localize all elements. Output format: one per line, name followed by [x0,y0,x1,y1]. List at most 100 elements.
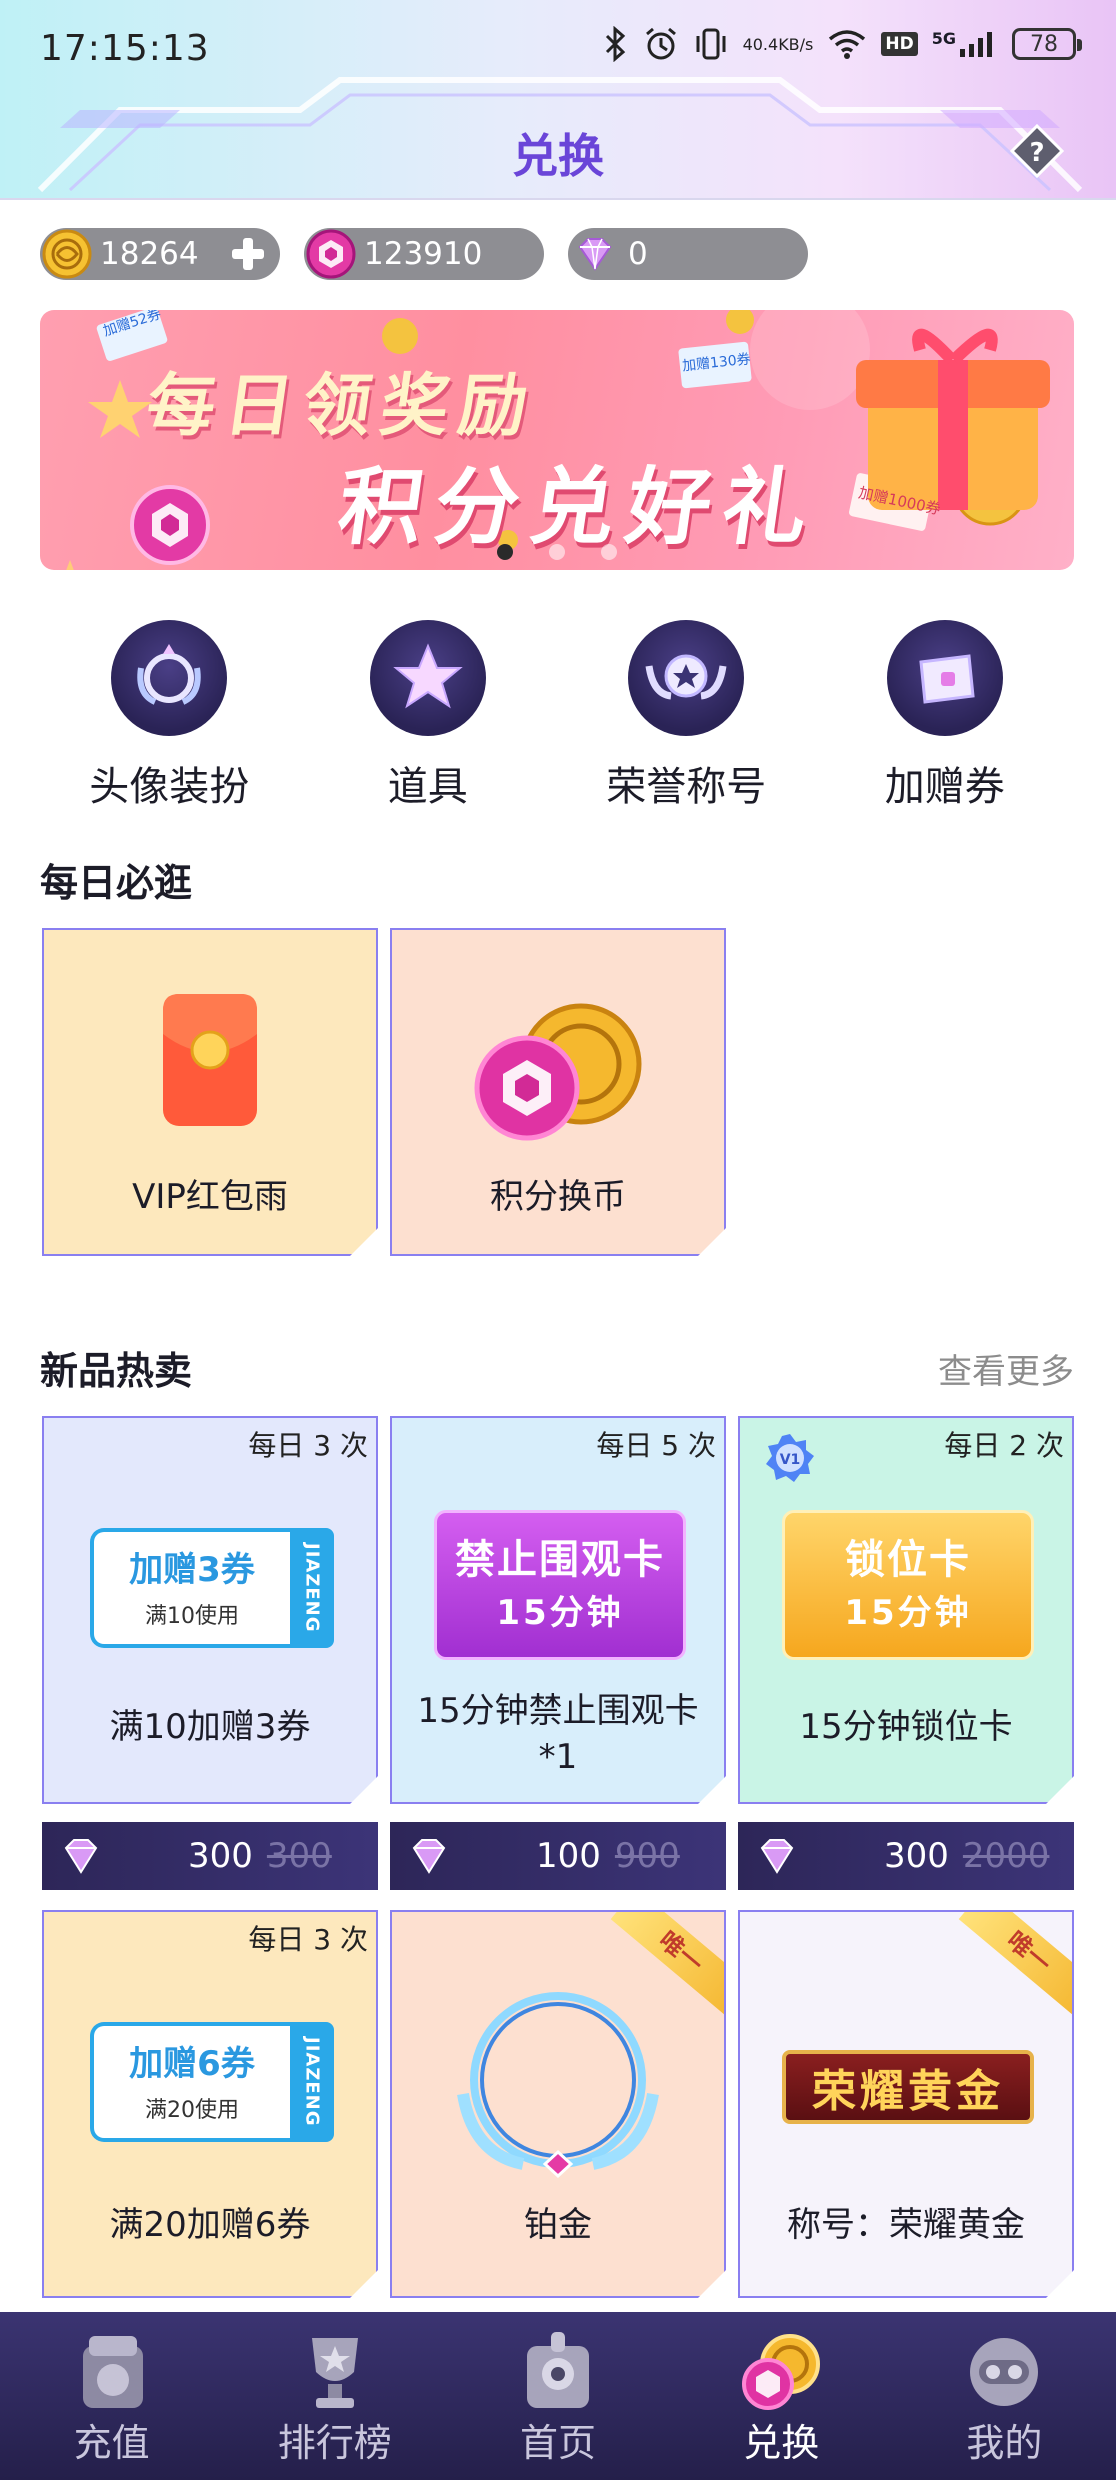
nav-label: 排行榜 [277,2421,392,2465]
balance-row: 18264 123910 0 [40,228,808,280]
category-avatar-frame[interactable]: 头像装扮 [59,620,279,812]
product-card[interactable]: 每日 3 次 加赠6券 满20使用 JIAZENG 满20加赠6券 [42,1910,378,2298]
product-card[interactable]: 每日 3 次 加赠3券 满10使用 JIAZENG 满10加赠3券 [42,1416,378,1804]
daily-item-name: VIP红包雨 [132,1177,288,1217]
banner-dot[interactable] [601,544,617,560]
coupon-condition: 满10使用 [145,1604,239,1629]
lock-seat-card-art: 锁位卡 15分钟 [782,1510,1034,1660]
home-icon [510,2326,606,2418]
diamond-balance[interactable]: 0 [568,228,808,280]
bluetooth-icon [603,26,629,62]
coins-icon [463,998,653,1148]
gold-coin-icon [42,229,92,279]
category-label: 道具 [387,764,468,810]
daily-limit: 每日 3 次 [248,1429,368,1462]
unique-ribbon: 唯一 [959,1910,1074,2016]
coupon-art: 加赠3券 满10使用 JIAZENG [90,1528,334,1648]
status-bar: 17:15:13 40.4 KB/s HD 5G 78 [0,0,1116,100]
product-card[interactable]: 每日 5 次 禁止围观卡 15分钟 15分钟禁止围观卡*1 [390,1416,726,1804]
no-watch-card-art: 禁止围观卡 15分钟 [434,1510,686,1660]
category-bonus-ticket[interactable]: 加赠券 [835,620,1055,812]
product-name: 满10加赠3券 [109,1707,311,1747]
price-bar[interactable]: 100 900 [390,1822,726,1890]
page-title: 兑换 [512,129,604,183]
nav-home[interactable]: 首页 [446,2312,669,2480]
daily-item-name: 积分换币 [490,1177,626,1217]
card-art-title: 锁位卡 [845,1537,971,1583]
category-props[interactable]: 道具 [318,620,538,812]
vibrate-icon [693,26,729,62]
nav-profile[interactable]: 我的 [893,2312,1116,2480]
banner-headline: 每日领奖励 [141,367,543,446]
add-coin-icon[interactable] [230,236,266,272]
status-icons: 40.4 KB/s HD 5G 78 [603,26,1082,62]
original-price: 2000 [962,1836,1050,1876]
coupon-condition: 满20使用 [145,2098,239,2123]
nav-leaderboard[interactable]: 排行榜 [223,2312,446,2480]
red-envelope-icon [135,990,285,1130]
card-art-duration: 15分钟 [496,1593,624,1633]
hd-badge: HD [881,32,918,56]
vip-badge-icon: V1 [764,1432,816,1484]
status-time: 17:15:13 [40,28,210,69]
product-name: 满20加赠6券 [109,2205,311,2245]
nav-recharge[interactable]: 充值 [0,2312,223,2480]
daily-card-vip-red-envelope[interactable]: VIP红包雨 [42,928,378,1256]
gold-coin-balance[interactable]: 18264 [40,228,280,280]
points-balance[interactable]: 123910 [304,228,544,280]
diamond-value: 0 [628,236,648,272]
product-name: 铂金 [524,2205,592,2245]
category-label: 荣誉称号 [606,764,767,810]
signal-icon: 5G [932,29,998,59]
daily-limit: 每日 5 次 [596,1429,716,1462]
coupon-stub: JIAZENG [290,2022,334,2142]
current-price: 300 [188,1836,253,1876]
help-icon[interactable]: ? [1010,124,1064,178]
coupon-stub: JIAZENG [290,1528,334,1648]
avatar-frame-icon [111,620,228,736]
net-speed-unit: KB/s [778,34,814,54]
new-hot-section-title: 新品热卖 [40,1349,193,1393]
coupon-amount: 加赠6券 [129,2044,255,2084]
product-name: 15分钟禁止围观卡*1 [417,1691,699,1777]
exchange-coin-icon [733,2326,829,2418]
gold-coin-value: 18264 [100,236,199,272]
trophy-icon [287,2326,383,2418]
coupon-amount: 加赠3券 [129,1550,255,1590]
star-icon [369,620,486,736]
wifi-icon [827,28,867,60]
product-card[interactable]: 唯一 铂金 [390,1910,726,2298]
category-label: 头像装扮 [89,764,250,810]
daily-card-points-to-coins[interactable]: 积分换币 [390,928,726,1256]
banner-dot[interactable] [497,544,513,560]
category-label: 加赠券 [884,764,1005,810]
coupon-art: 加赠6券 满20使用 JIAZENG [90,2022,334,2142]
battery-indicator: 78 [1012,28,1082,60]
price-bar[interactable]: 300 300 [42,1822,378,1890]
nav-label: 我的 [966,2421,1043,2465]
alarm-icon [643,26,679,62]
svg-text:?: ? [1029,138,1044,168]
product-name: 称号：荣耀黄金 [787,2205,1025,2245]
banner-subheadline: 积分兑好礼 [332,458,826,556]
price-bar[interactable]: 300 2000 [738,1822,1074,1890]
network-type: 5G [931,29,956,48]
svg-text:V1: V1 [780,1452,801,1468]
promo-banner[interactable]: 加赠52券 加赠130券 加赠1000券 每日领奖励 积分兑好礼 [40,310,1074,570]
card-art-title: 禁止围观卡 [455,1537,665,1583]
honor-badge-icon [628,620,745,736]
diamond-icon [760,1839,794,1874]
daily-section-title: 每日必逛 [40,861,193,905]
honor-title-art-text: 荣耀黄金 [812,2066,1004,2117]
banner-dot[interactable] [549,544,565,560]
original-price: 900 [614,1836,680,1876]
recharge-icon [64,2326,160,2418]
pink-points-icon [306,229,356,279]
bottom-navigation: 充值 排行榜 首页 兑换 我的 [0,2312,1116,2480]
nav-exchange[interactable]: 兑换 [670,2312,893,2480]
product-card[interactable]: 唯一 荣耀黄金 称号：荣耀黄金 [738,1910,1074,2298]
diamond-icon [578,238,612,271]
product-card[interactable]: V1 每日 2 次 锁位卡 15分钟 15分钟锁位卡 [738,1416,1074,1804]
view-more-link[interactable]: 查看更多 [938,1344,1074,1393]
category-honor-title[interactable]: 荣誉称号 [576,620,796,812]
